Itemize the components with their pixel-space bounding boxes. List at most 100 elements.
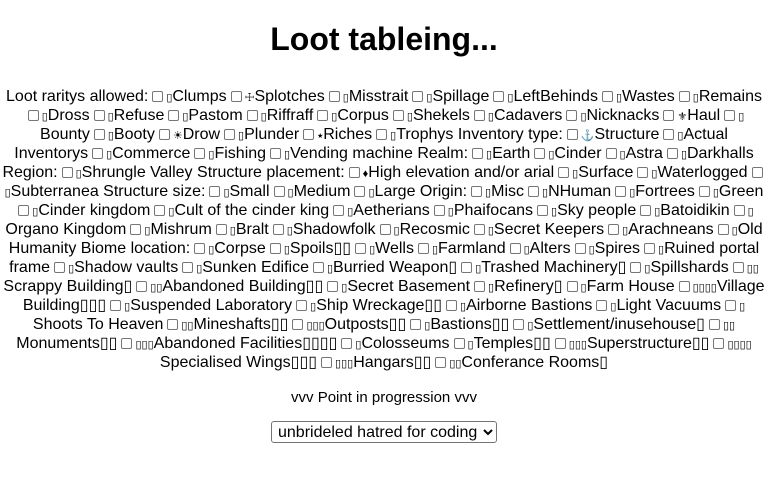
- option-label: Organo Kingdom: [5, 221, 127, 238]
- option-checkbox[interactable]: [528, 186, 539, 197]
- option-checkbox[interactable]: [435, 357, 447, 368]
- option-checkbox[interactable]: [270, 148, 282, 159]
- option-checkbox[interactable]: [725, 300, 737, 311]
- option-checkbox[interactable]: [472, 148, 484, 159]
- option-checkbox[interactable]: [246, 110, 258, 121]
- option-checkbox[interactable]: [637, 167, 649, 178]
- option-checkbox[interactable]: [27, 110, 39, 121]
- option-checkbox[interactable]: [574, 243, 586, 254]
- option-checkbox[interactable]: [537, 205, 548, 216]
- option-checkbox[interactable]: [93, 129, 105, 140]
- option-checkbox[interactable]: [558, 167, 570, 178]
- option-checkbox[interactable]: [417, 243, 429, 254]
- option-checkbox[interactable]: [61, 167, 73, 178]
- option-checkbox[interactable]: [509, 243, 521, 254]
- option-checkbox[interactable]: [136, 281, 148, 292]
- option-checkbox[interactable]: [663, 110, 675, 121]
- option-checkbox[interactable]: [269, 243, 281, 254]
- option-checkbox[interactable]: [392, 110, 404, 121]
- option-checkbox[interactable]: [601, 91, 613, 102]
- option-checkbox[interactable]: [110, 300, 122, 311]
- option-checkbox[interactable]: [717, 224, 729, 235]
- option-checkbox[interactable]: [446, 300, 458, 311]
- option-checkbox[interactable]: [566, 129, 578, 140]
- option-checkbox[interactable]: [751, 167, 763, 178]
- option-label: Ship Wreckage▯▯: [316, 297, 443, 314]
- option-checkbox[interactable]: [666, 148, 678, 159]
- option-checkbox[interactable]: [158, 129, 170, 140]
- option-checkbox[interactable]: [121, 338, 133, 349]
- progression-select[interactable]: unbrideled hatred for coding: [271, 421, 497, 443]
- option-checkbox[interactable]: [534, 148, 546, 159]
- option-checkbox[interactable]: [471, 186, 483, 197]
- option-checkbox[interactable]: [678, 91, 690, 102]
- option-checkbox[interactable]: [93, 110, 105, 121]
- option-checkbox[interactable]: [312, 262, 324, 273]
- option-checkbox[interactable]: [167, 319, 179, 330]
- option-checkbox[interactable]: [348, 167, 360, 178]
- option-checkbox[interactable]: [194, 148, 206, 159]
- option-checkbox[interactable]: [209, 186, 221, 197]
- option-checkbox[interactable]: [433, 205, 445, 216]
- option-checkbox[interactable]: [296, 300, 308, 311]
- option-checkbox[interactable]: [474, 281, 486, 292]
- option-checkbox[interactable]: [354, 186, 366, 197]
- option-checkbox[interactable]: [630, 262, 642, 273]
- option-checkbox[interactable]: [92, 148, 104, 159]
- option-checkbox[interactable]: [154, 205, 166, 216]
- option-checkbox[interactable]: [333, 205, 345, 216]
- option-checkbox[interactable]: [54, 262, 66, 273]
- option-checkbox[interactable]: [18, 205, 30, 216]
- option-checkbox[interactable]: [292, 319, 304, 330]
- option-checkbox[interactable]: [215, 224, 227, 235]
- option-checkbox[interactable]: [640, 205, 652, 216]
- option-checkbox[interactable]: [328, 91, 340, 102]
- option-checkbox[interactable]: [453, 338, 465, 349]
- option-checkbox[interactable]: [554, 338, 566, 349]
- option-checkbox[interactable]: [376, 129, 388, 140]
- option-label: Shadow vaults: [74, 259, 179, 276]
- option-checkbox[interactable]: [168, 110, 180, 121]
- option-checkbox[interactable]: [317, 110, 329, 121]
- option-checkbox[interactable]: [327, 281, 339, 292]
- option-checkbox[interactable]: [733, 205, 745, 216]
- option-checkbox[interactable]: [663, 129, 675, 140]
- option-label: Pastom: [188, 107, 243, 124]
- option-checkbox[interactable]: [412, 91, 424, 102]
- option-checkbox[interactable]: [493, 91, 505, 102]
- option-checkbox[interactable]: [724, 110, 736, 121]
- option-checkbox[interactable]: [273, 186, 285, 197]
- option-checkbox[interactable]: [194, 243, 206, 254]
- option-checkbox[interactable]: [321, 357, 333, 368]
- option-checkbox[interactable]: [410, 319, 422, 330]
- option-checkbox[interactable]: [182, 262, 194, 273]
- option-checkbox[interactable]: [644, 243, 655, 254]
- option-checkbox[interactable]: [566, 110, 578, 121]
- option-checkbox[interactable]: [608, 224, 620, 235]
- option-checkbox[interactable]: [732, 262, 744, 273]
- option-checkbox[interactable]: [152, 91, 164, 102]
- option-checkbox[interactable]: [473, 110, 485, 121]
- option-checkbox[interactable]: [461, 262, 473, 273]
- option-checkbox[interactable]: [605, 148, 617, 159]
- option-checkbox[interactable]: [230, 91, 242, 102]
- option-checkbox[interactable]: [708, 319, 720, 330]
- option-checkbox[interactable]: [713, 338, 725, 349]
- option-checkbox[interactable]: [379, 224, 391, 235]
- option-checkbox[interactable]: [698, 186, 710, 197]
- page-title: Loot tableing...: [270, 21, 498, 57]
- option-checkbox[interactable]: [272, 224, 284, 235]
- option-checkbox[interactable]: [678, 281, 690, 292]
- option-checkbox[interactable]: [513, 319, 525, 330]
- option-checkbox[interactable]: [615, 186, 627, 197]
- option-checkbox[interactable]: [224, 129, 236, 140]
- option-checkbox[interactable]: [566, 281, 578, 292]
- option-label: Misstrait: [348, 88, 409, 105]
- option-checkbox[interactable]: [596, 300, 608, 311]
- option-checkbox[interactable]: [130, 224, 142, 235]
- option-checkbox[interactable]: [473, 224, 485, 235]
- option-checkbox[interactable]: [355, 243, 367, 254]
- option-checkbox[interactable]: [341, 338, 353, 349]
- option-checkbox[interactable]: [303, 129, 315, 140]
- progression-select-wrap: unbrideled hatred for coding: [0, 421, 768, 443]
